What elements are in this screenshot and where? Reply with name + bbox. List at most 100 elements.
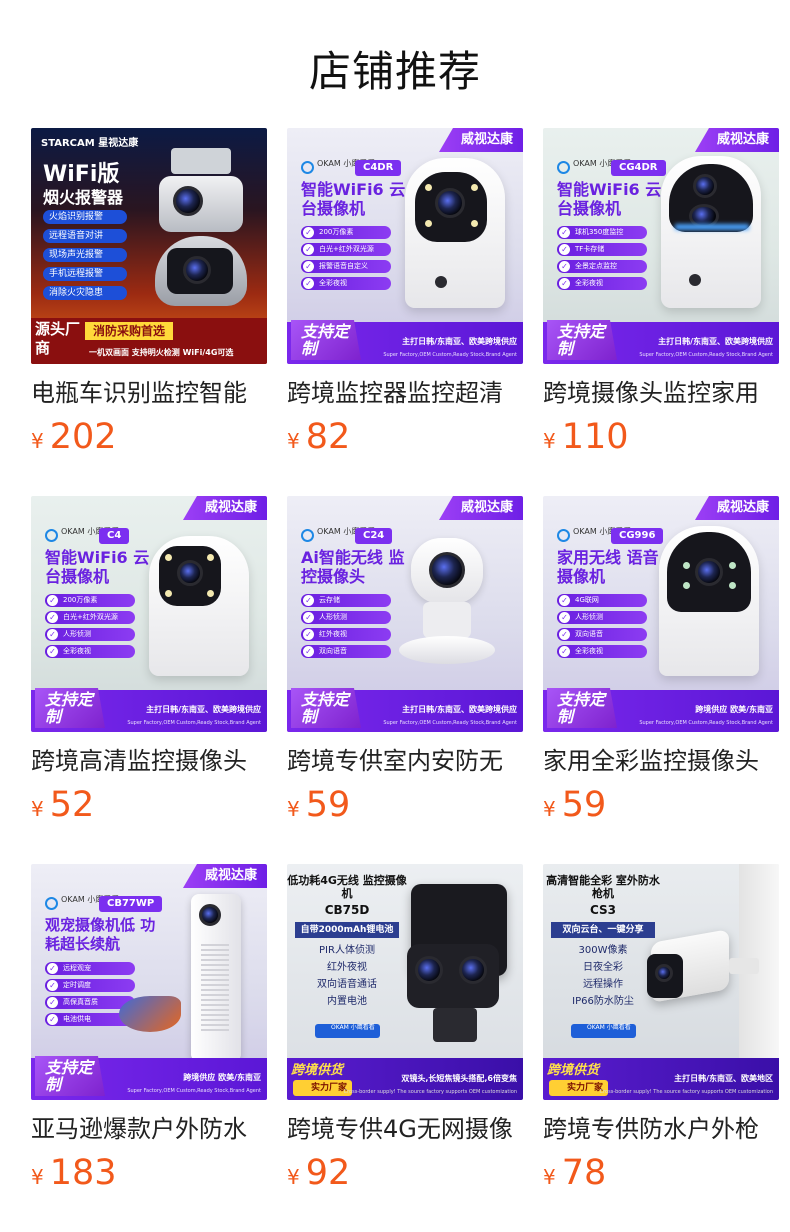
product-name[interactable]: 电瓶车识别监控智能 (31, 377, 267, 409)
currency-symbol: ¥ (31, 797, 44, 821)
product-price: ¥92 (287, 1153, 523, 1199)
feature-item: 人形侦测 (301, 611, 391, 624)
product-card[interactable]: 威视达康 OKAM 小鹰看看 CG4DR 智能WiFi6 云台摄像机 球机350… (543, 128, 779, 463)
feature-item: 双向语音 (557, 628, 647, 641)
feature-bar: 双向云台、一键分享 (551, 922, 655, 938)
product-card[interactable]: 低功耗4G无线 监控摄像机 CB75D 自带2000mAh锂电池 PIR人体侦测… (287, 864, 523, 1199)
promo-text: 主打日韩/东南亚、欧美跨境供应 (402, 705, 517, 714)
product-image[interactable]: 威视达康 OKAM 小鹰看看 C24 Ai智能无线 监控摄像头 云存储 人形侦测… (287, 496, 523, 732)
product-image[interactable]: 低功耗4G无线 监控摄像机 CB75D 自带2000mAh锂电池 PIR人体侦测… (287, 864, 523, 1100)
price-value: 202 (49, 417, 117, 457)
product-card[interactable]: 威视达康 OKAM 小鹰看看 C4DR 智能WiFi6 云台摄像机 200万像素… (287, 128, 523, 463)
product-name[interactable]: 家用全彩监控摄像头 (543, 745, 779, 777)
image-headline: 低功耗4G无线 监控摄像机 (287, 874, 407, 900)
product-name[interactable]: 跨境专供4G无网摄像 (287, 1113, 523, 1145)
product-image[interactable]: STARCAM 星视达康 WiFi版 烟火报警器 火焰识别报警 远程语音对讲 现… (31, 128, 267, 364)
okam-logo: OKAM 小鹰看看 (315, 1024, 380, 1038)
promo-bar: 源头厂商 消防采购首选 一机双画面 支持明火检测 WiFi/4G可选 (31, 318, 267, 364)
okam-logo-icon (301, 529, 314, 542)
price-value: 183 (49, 1153, 117, 1193)
feature-item: 手机远程报警 (43, 267, 127, 281)
product-card[interactable]: 威视达康 OKAM 小鹰看看 C24 Ai智能无线 监控摄像头 云存储 人形侦测… (287, 496, 523, 831)
promo-subtext: Super Factory,OEM Custom,Ready Stock,Bra… (127, 720, 261, 726)
feature-item: 300W像素 (578, 945, 628, 956)
customize-badge: 支持定制 (35, 688, 105, 728)
currency-symbol: ¥ (287, 429, 300, 453)
feature-item: 报警语音自定义 (301, 260, 391, 273)
model-badge: C4 (99, 528, 130, 544)
product-name[interactable]: 跨境监控器监控超清 (287, 377, 523, 409)
feature-item: 双向语音 (301, 645, 391, 658)
product-card[interactable]: 高清智能全彩 室外防水枪机 CS3 双向云台、一键分享 300W像素 日夜全彩 … (543, 864, 779, 1199)
feature-item: 人形侦测 (557, 611, 647, 624)
feature-item: 4G联网 (557, 594, 647, 607)
product-name[interactable]: 跨境专供防水户外枪 (543, 1113, 779, 1145)
promo-subtext: Super Factory,OEM Custom,Ready Stock,Bra… (639, 720, 773, 726)
model-badge: CB77WP (99, 896, 163, 912)
feature-item: 白光+红外双光源 (45, 611, 135, 624)
feature-list: 200万像素 白光+红外双光源 人形侦测 全彩夜视 (45, 594, 135, 662)
product-price: ¥52 (31, 785, 267, 831)
product-price: ¥59 (543, 785, 779, 831)
model-badge: CS3 (589, 903, 617, 917)
feature-item: 球机350度监控 (557, 226, 647, 239)
product-card[interactable]: 威视达康 OKAM 小鹰看看 CB77WP 观宠摄像机低 功耗超长续航 远程观宠… (31, 864, 267, 1199)
feature-list: 300W像素 日夜全彩 远程操作 IP66防水防尘 (553, 942, 653, 1010)
currency-symbol: ¥ (31, 429, 44, 453)
feature-item: IP66防水防尘 (572, 996, 634, 1007)
promo-text: 主打日韩/东南亚、欧美地区 (674, 1074, 773, 1083)
price-value: 110 (561, 417, 629, 457)
price-value: 52 (49, 785, 95, 825)
brand-tag: 威视达康 (694, 496, 779, 520)
product-image[interactable]: 威视达康 OKAM 小鹰看看 CG996 家用无线 语音摄像机 4G联网 人形侦… (543, 496, 779, 732)
product-name[interactable]: 亚马逊爆款户外防水 (31, 1113, 267, 1145)
brand-tag: 威视达康 (438, 128, 523, 152)
brand-logo: STARCAM 星视达康 (41, 138, 139, 149)
section-title: 店铺推荐 (308, 47, 481, 96)
currency-symbol: ¥ (543, 429, 556, 453)
product-image[interactable]: 威视达康 OKAM 小鹰看看 C4 智能WiFi6 云台摄像机 200万像素 白… (31, 496, 267, 732)
promo-subtext: Super Factory,OEM Custom,Ready Stock,Bra… (383, 720, 517, 726)
promo-subtext: Cross-border supply! The source factory … (599, 1089, 773, 1095)
currency-symbol: ¥ (31, 1165, 44, 1189)
product-name[interactable]: 跨境高清监控摄像头 (31, 745, 267, 777)
model-badge: C24 (355, 528, 393, 544)
promo-text: 主打日韩/东南亚、欧美跨境供应 (402, 337, 517, 346)
customize-badge: 支持定制 (547, 320, 617, 360)
customize-badge: 支持定制 (291, 320, 361, 360)
feature-item: 日夜全彩 (583, 962, 623, 973)
okam-logo: OKAM 小鹰看看 (571, 1024, 636, 1038)
feature-item: 红外夜视 (301, 628, 391, 641)
feature-item: 200万像素 (301, 226, 391, 239)
feature-item: 全彩夜视 (557, 277, 647, 290)
model-badge: C4DR (355, 160, 402, 176)
product-card[interactable]: STARCAM 星视达康 WiFi版 烟火报警器 火焰识别报警 远程语音对讲 现… (31, 128, 267, 463)
product-image[interactable]: 威视达康 OKAM 小鹰看看 CB77WP 观宠摄像机低 功耗超长续航 远程观宠… (31, 864, 267, 1100)
feature-item: 全景定点监控 (557, 260, 647, 273)
product-image[interactable]: 高清智能全彩 室外防水枪机 CS3 双向云台、一键分享 300W像素 日夜全彩 … (543, 864, 779, 1100)
product-price: ¥202 (31, 417, 267, 463)
feature-item: 全彩夜视 (301, 277, 391, 290)
promo-text: 跨境供应 欧美/东南亚 (183, 1073, 261, 1082)
brand-tag: 威视达康 (694, 128, 779, 152)
image-headline: 高清智能全彩 室外防水枪机 (546, 874, 660, 900)
promo-text: 主打日韩/东南亚、欧美跨境供应 (658, 337, 773, 346)
image-headline: 智能WiFi6 云台摄像机 (45, 548, 150, 586)
image-headline: 观宠摄像机低 功耗超长续航 (45, 916, 156, 953)
product-image[interactable]: 威视达康 OKAM 小鹰看看 C4DR 智能WiFi6 云台摄像机 200万像素… (287, 128, 523, 364)
product-image[interactable]: 威视达康 OKAM 小鹰看看 CG4DR 智能WiFi6 云台摄像机 球机350… (543, 128, 779, 364)
feature-list: 云存储 人形侦测 红外夜视 双向语音 (301, 594, 391, 662)
okam-logo-icon (301, 161, 314, 174)
bird-illustration (119, 996, 181, 1032)
product-card[interactable]: 威视达康 OKAM 小鹰看看 CG996 家用无线 语音摄像机 4G联网 人形侦… (543, 496, 779, 831)
product-name[interactable]: 跨境摄像头监控家用 (543, 377, 779, 409)
product-name[interactable]: 跨境专供室内安防无 (287, 745, 523, 777)
feature-item: 远程观宠 (45, 962, 135, 975)
feature-item: 远程操作 (583, 979, 623, 990)
image-headline: 家用无线 语音摄像机 (557, 548, 659, 586)
camera-illustration (149, 148, 249, 308)
product-card[interactable]: 威视达康 OKAM 小鹰看看 C4 智能WiFi6 云台摄像机 200万像素 白… (31, 496, 267, 831)
customize-badge: 支持定制 (35, 1056, 105, 1096)
feature-item: 全彩夜视 (557, 645, 647, 658)
feature-list: 火焰识别报警 远程语音对讲 现场声光报警 手机远程报警 消除火灾隐患 (43, 210, 127, 305)
